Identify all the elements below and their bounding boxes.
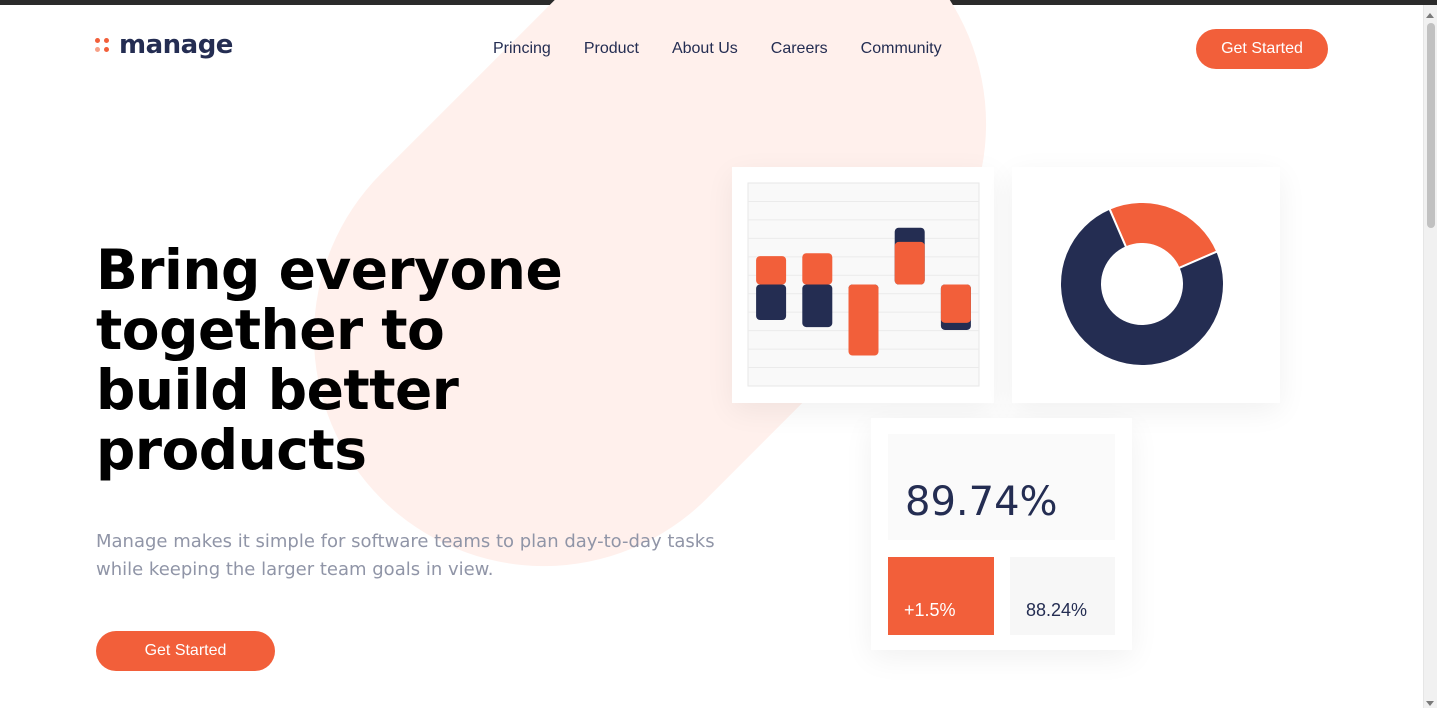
- nav-item-pricing[interactable]: Princing: [493, 39, 551, 59]
- stat-secondary-box: 88.24%: [1010, 557, 1115, 635]
- bar-mark: [802, 284, 833, 328]
- bar-chart: [747, 182, 980, 387]
- hero-title-line: Bring everyone: [96, 238, 563, 302]
- brand-logo[interactable]: manage: [95, 30, 233, 60]
- bar-mark: [940, 284, 971, 323]
- stat-secondary-value: 88.24%: [1026, 600, 1088, 620]
- scroll-thumb[interactable]: [1427, 23, 1435, 228]
- hero-title: Bring everyone together to build better …: [96, 240, 576, 480]
- hero-get-started-button[interactable]: Get Started: [96, 631, 275, 671]
- bar-chart-card: [732, 167, 994, 403]
- bar-mark: [848, 284, 879, 356]
- bar-mark: [894, 241, 925, 285]
- scroll-down-arrow-icon[interactable]: [1426, 701, 1434, 706]
- page-scrollbar[interactable]: [1423, 5, 1437, 708]
- main-nav: Princing Product About Us Careers Commun…: [493, 39, 942, 59]
- logo-dots-icon: [95, 37, 111, 53]
- stat-change-value: +1.5%: [904, 600, 956, 620]
- stat-change-box: +1.5%: [888, 557, 994, 635]
- hero-title-line: together to: [96, 298, 445, 362]
- bar-mark: [756, 284, 787, 320]
- nav-item-about-us[interactable]: About Us: [672, 39, 738, 59]
- brand-name: manage: [119, 30, 233, 60]
- stat-main-value: 89.74%: [905, 479, 1058, 525]
- bar-mark: [756, 256, 787, 285]
- scroll-up-arrow-icon[interactable]: [1426, 13, 1434, 18]
- nav-item-careers[interactable]: Careers: [771, 39, 828, 59]
- stat-main-box: 89.74%: [888, 434, 1115, 540]
- header-get-started-button[interactable]: Get Started: [1196, 29, 1328, 69]
- hero-title-line: build better: [96, 358, 459, 422]
- donut-chart-card: [1012, 167, 1280, 403]
- hero-description: Manage makes it simple for software team…: [96, 531, 715, 580]
- donut-chart: [1059, 201, 1225, 367]
- nav-item-product[interactable]: Product: [584, 39, 639, 59]
- hero-title-line: products: [96, 418, 367, 482]
- stats-card: 89.74% +1.5% 88.24%: [871, 418, 1132, 650]
- bar-mark: [802, 253, 833, 285]
- nav-item-community[interactable]: Community: [861, 39, 942, 59]
